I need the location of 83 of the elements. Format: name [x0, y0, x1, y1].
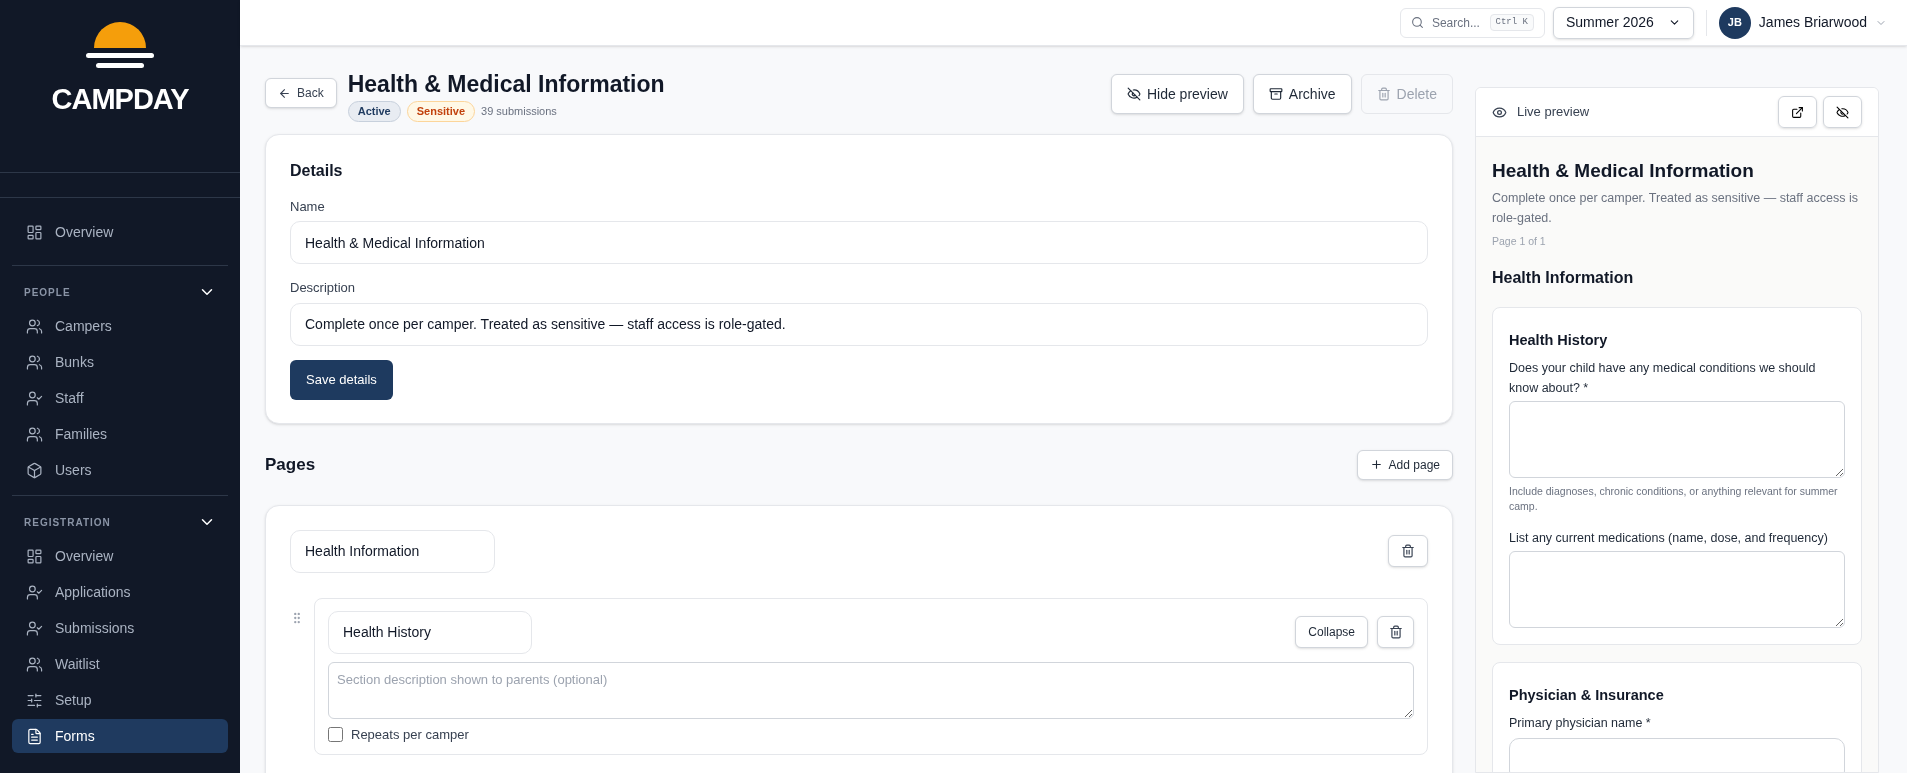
delete-section-button[interactable]: [1377, 616, 1414, 648]
add-page-button[interactable]: Add page: [1356, 449, 1453, 480]
section-heading: Health History: [1509, 331, 1609, 351]
sliders-icon: [26, 691, 43, 709]
people-icon: [26, 425, 43, 443]
text-field[interactable]: Complete once per camper. Treated as sensitive — staff access is role-gated.: [290, 302, 1428, 346]
brand-name: CAMPDAY: [51, 82, 189, 117]
submission-count: 39 submissions: [481, 104, 557, 119]
question-label: Primary physician name *: [1509, 714, 1652, 732]
external-link-icon: [1791, 105, 1804, 119]
sidebar-item[interactable]: Users: [12, 453, 228, 487]
plus-icon: [1369, 458, 1383, 471]
eye-icon: [1492, 104, 1507, 120]
question-label: List any current medications (name, dose, and frequency): [1509, 530, 1829, 547]
logo-icon: [86, 20, 154, 70]
open-external-button[interactable]: [1778, 96, 1817, 128]
sidebar-item[interactable]: Families: [12, 417, 228, 451]
user-name[interactable]: James Briarwood: [1758, 12, 1867, 33]
save-button[interactable]: Save details: [290, 359, 393, 400]
form-description: Complete once per camper. Treated as sensitive — staff access is role-gated.: [1492, 189, 1859, 227]
people-icon: [26, 317, 43, 335]
people-icon: [26, 353, 43, 371]
status-badge: Sensitive: [406, 101, 476, 122]
answer-field[interactable]: [1509, 737, 1845, 772]
page-indicator: Page 1 of 1: [1492, 233, 1547, 249]
answer-field[interactable]: [1509, 401, 1845, 478]
delete-page-button[interactable]: [1388, 535, 1428, 567]
sidebar-item[interactable]: Bunks: [12, 345, 228, 379]
sidebar-item[interactable]: Staff: [12, 381, 228, 415]
repeats-checkbox[interactable]: [328, 726, 343, 742]
sidebar-item[interactable]: Overview: [12, 539, 228, 573]
sidebar-item[interactable]: Setup: [12, 683, 228, 717]
page-heading: Health Information: [1492, 268, 1635, 289]
archive-icon: [1268, 87, 1283, 101]
grid-icon: [26, 223, 43, 241]
person-check-icon: [26, 389, 43, 407]
search-field[interactable]: Search... Ctrl K: [1399, 7, 1545, 38]
field-label: Name: [290, 197, 326, 216]
form-title: Health & Medical Information: [1492, 159, 1755, 183]
hide-preview-button[interactable]: [1823, 96, 1862, 128]
status-badge: Active: [347, 101, 401, 122]
answer-field[interactable]: [1509, 551, 1845, 628]
text-field[interactable]: Health & Medical Information: [290, 221, 1428, 264]
sidebar-item[interactable]: Campers: [12, 309, 228, 343]
question-label: Does your child have any medical conditions we should know about? *: [1509, 360, 1817, 397]
action-button[interactable]: Hide preview: [1110, 74, 1244, 114]
group-heading: REGISTRATION: [24, 515, 111, 530]
sidebar-item[interactable]: Overview: [12, 215, 228, 249]
section-title: Pages: [265, 453, 316, 476]
eye-off-icon: [1126, 87, 1141, 101]
arrow-left-icon: [278, 86, 291, 100]
people-icon: [26, 655, 43, 673]
help-text: Include diagnoses, chronic conditions, or anything relevant for summer camp.: [1509, 484, 1839, 514]
trash-icon: [1388, 625, 1403, 639]
sidebar-item[interactable]: Forms: [12, 719, 228, 753]
back-button[interactable]: Back: [265, 78, 337, 108]
page-name-field[interactable]: Health Information: [290, 529, 495, 573]
trash-icon: [1376, 87, 1391, 101]
page-title: Health & Medical Information: [347, 70, 665, 99]
card-title: Details: [290, 160, 344, 181]
sidebar-item[interactable]: Submissions: [12, 611, 228, 645]
section-heading: Physician & Insurance: [1509, 686, 1665, 705]
trash-icon: [1401, 544, 1415, 558]
sidebar-item[interactable]: Waitlist: [12, 647, 228, 681]
action-button[interactable]: Archive: [1252, 74, 1352, 114]
panel-title: Live preview: [1517, 103, 1590, 122]
sidebar-item[interactable]: Applications: [12, 575, 228, 609]
cube-icon: [26, 461, 43, 479]
person-check-icon: [26, 619, 43, 637]
field-label: Description: [290, 279, 357, 297]
section-description-field[interactable]: Section description shown to parents (optional): [328, 661, 1414, 719]
collapse-button[interactable]: Collapse: [1295, 616, 1368, 648]
section-name-field[interactable]: Health History: [328, 610, 532, 654]
search-icon: [1410, 16, 1424, 29]
season-select[interactable]: Summer 2026: [1552, 6, 1694, 39]
grid-icon: [26, 547, 43, 565]
person-check-icon: [26, 583, 43, 601]
document-icon: [26, 727, 43, 745]
avatar[interactable]: JB: [1718, 6, 1751, 39]
group-heading: PEOPLE: [24, 285, 71, 300]
checkbox-label: Repeats per camper: [351, 725, 469, 744]
shortcut-hint: Ctrl K: [1489, 13, 1534, 32]
eye-off-icon: [1836, 105, 1849, 119]
